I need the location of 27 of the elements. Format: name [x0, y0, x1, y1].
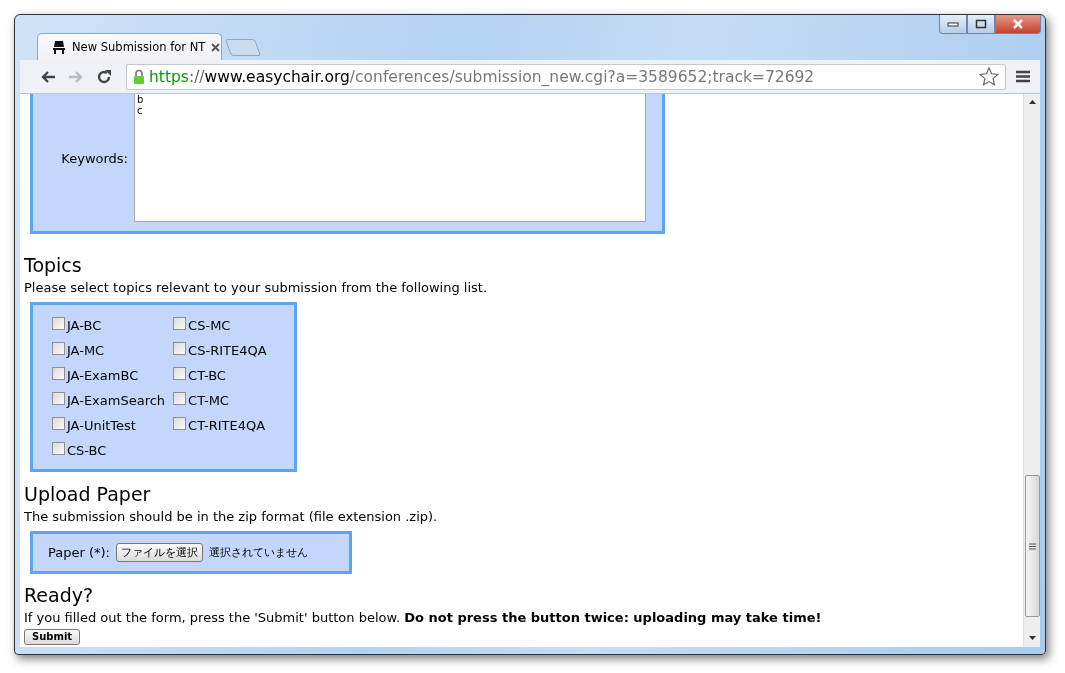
checkbox-label: CS-MC: [188, 318, 231, 333]
checkbox-label: JA-BC: [67, 318, 102, 333]
address-bar[interactable]: https://www.easychair.org/conferences/submission_new.cgi?a=3589652;track=72692: [126, 63, 1006, 90]
tab-title: New Submission for NT: [72, 40, 206, 54]
url-text: https://www.easychair.org/conferences/submission_new.cgi?a=3589652;track=72692: [149, 67, 816, 86]
file-status: 選択されていません: [209, 545, 308, 560]
browser-tab[interactable]: New Submission for NT: [37, 33, 222, 60]
submit-button[interactable]: Submit: [24, 629, 81, 645]
choose-file-button[interactable]: ファイルを選択: [116, 543, 203, 562]
checkbox-label: JA-ExamSearch: [67, 393, 166, 408]
section-heading: Topics: [24, 253, 83, 278]
checkbox-label: CT-BC: [188, 368, 226, 383]
section-heading: Upload Paper: [24, 482, 152, 507]
keywords-field[interactable]: b c: [134, 94, 646, 222]
field-label: Paper (*):: [48, 545, 110, 560]
field-label: Keywords:: [60, 150, 129, 166]
checkbox-label: CS-BC: [67, 443, 107, 458]
checkbox-label: JA-ExamBC: [67, 368, 139, 383]
checkbox-label: CT-RITE4QA: [188, 418, 266, 433]
checkbox-label: JA-UnitTest: [67, 418, 136, 433]
section-description: The submission should be in the zip format (file extension .zip).: [24, 508, 439, 526]
section-description: Please select topics relevant to your submission from the following list.: [24, 279, 489, 297]
instruction-text: If you filled out the form, press the 'Submit' button below. Do not press the button twice: uploading may take time!: [24, 609, 823, 627]
checkbox-label: JA-MC: [67, 343, 105, 358]
checkbox-label: CS-RITE4QA: [188, 343, 267, 358]
checkbox-label: CT-MC: [188, 393, 229, 408]
section-heading: Ready?: [24, 583, 95, 608]
